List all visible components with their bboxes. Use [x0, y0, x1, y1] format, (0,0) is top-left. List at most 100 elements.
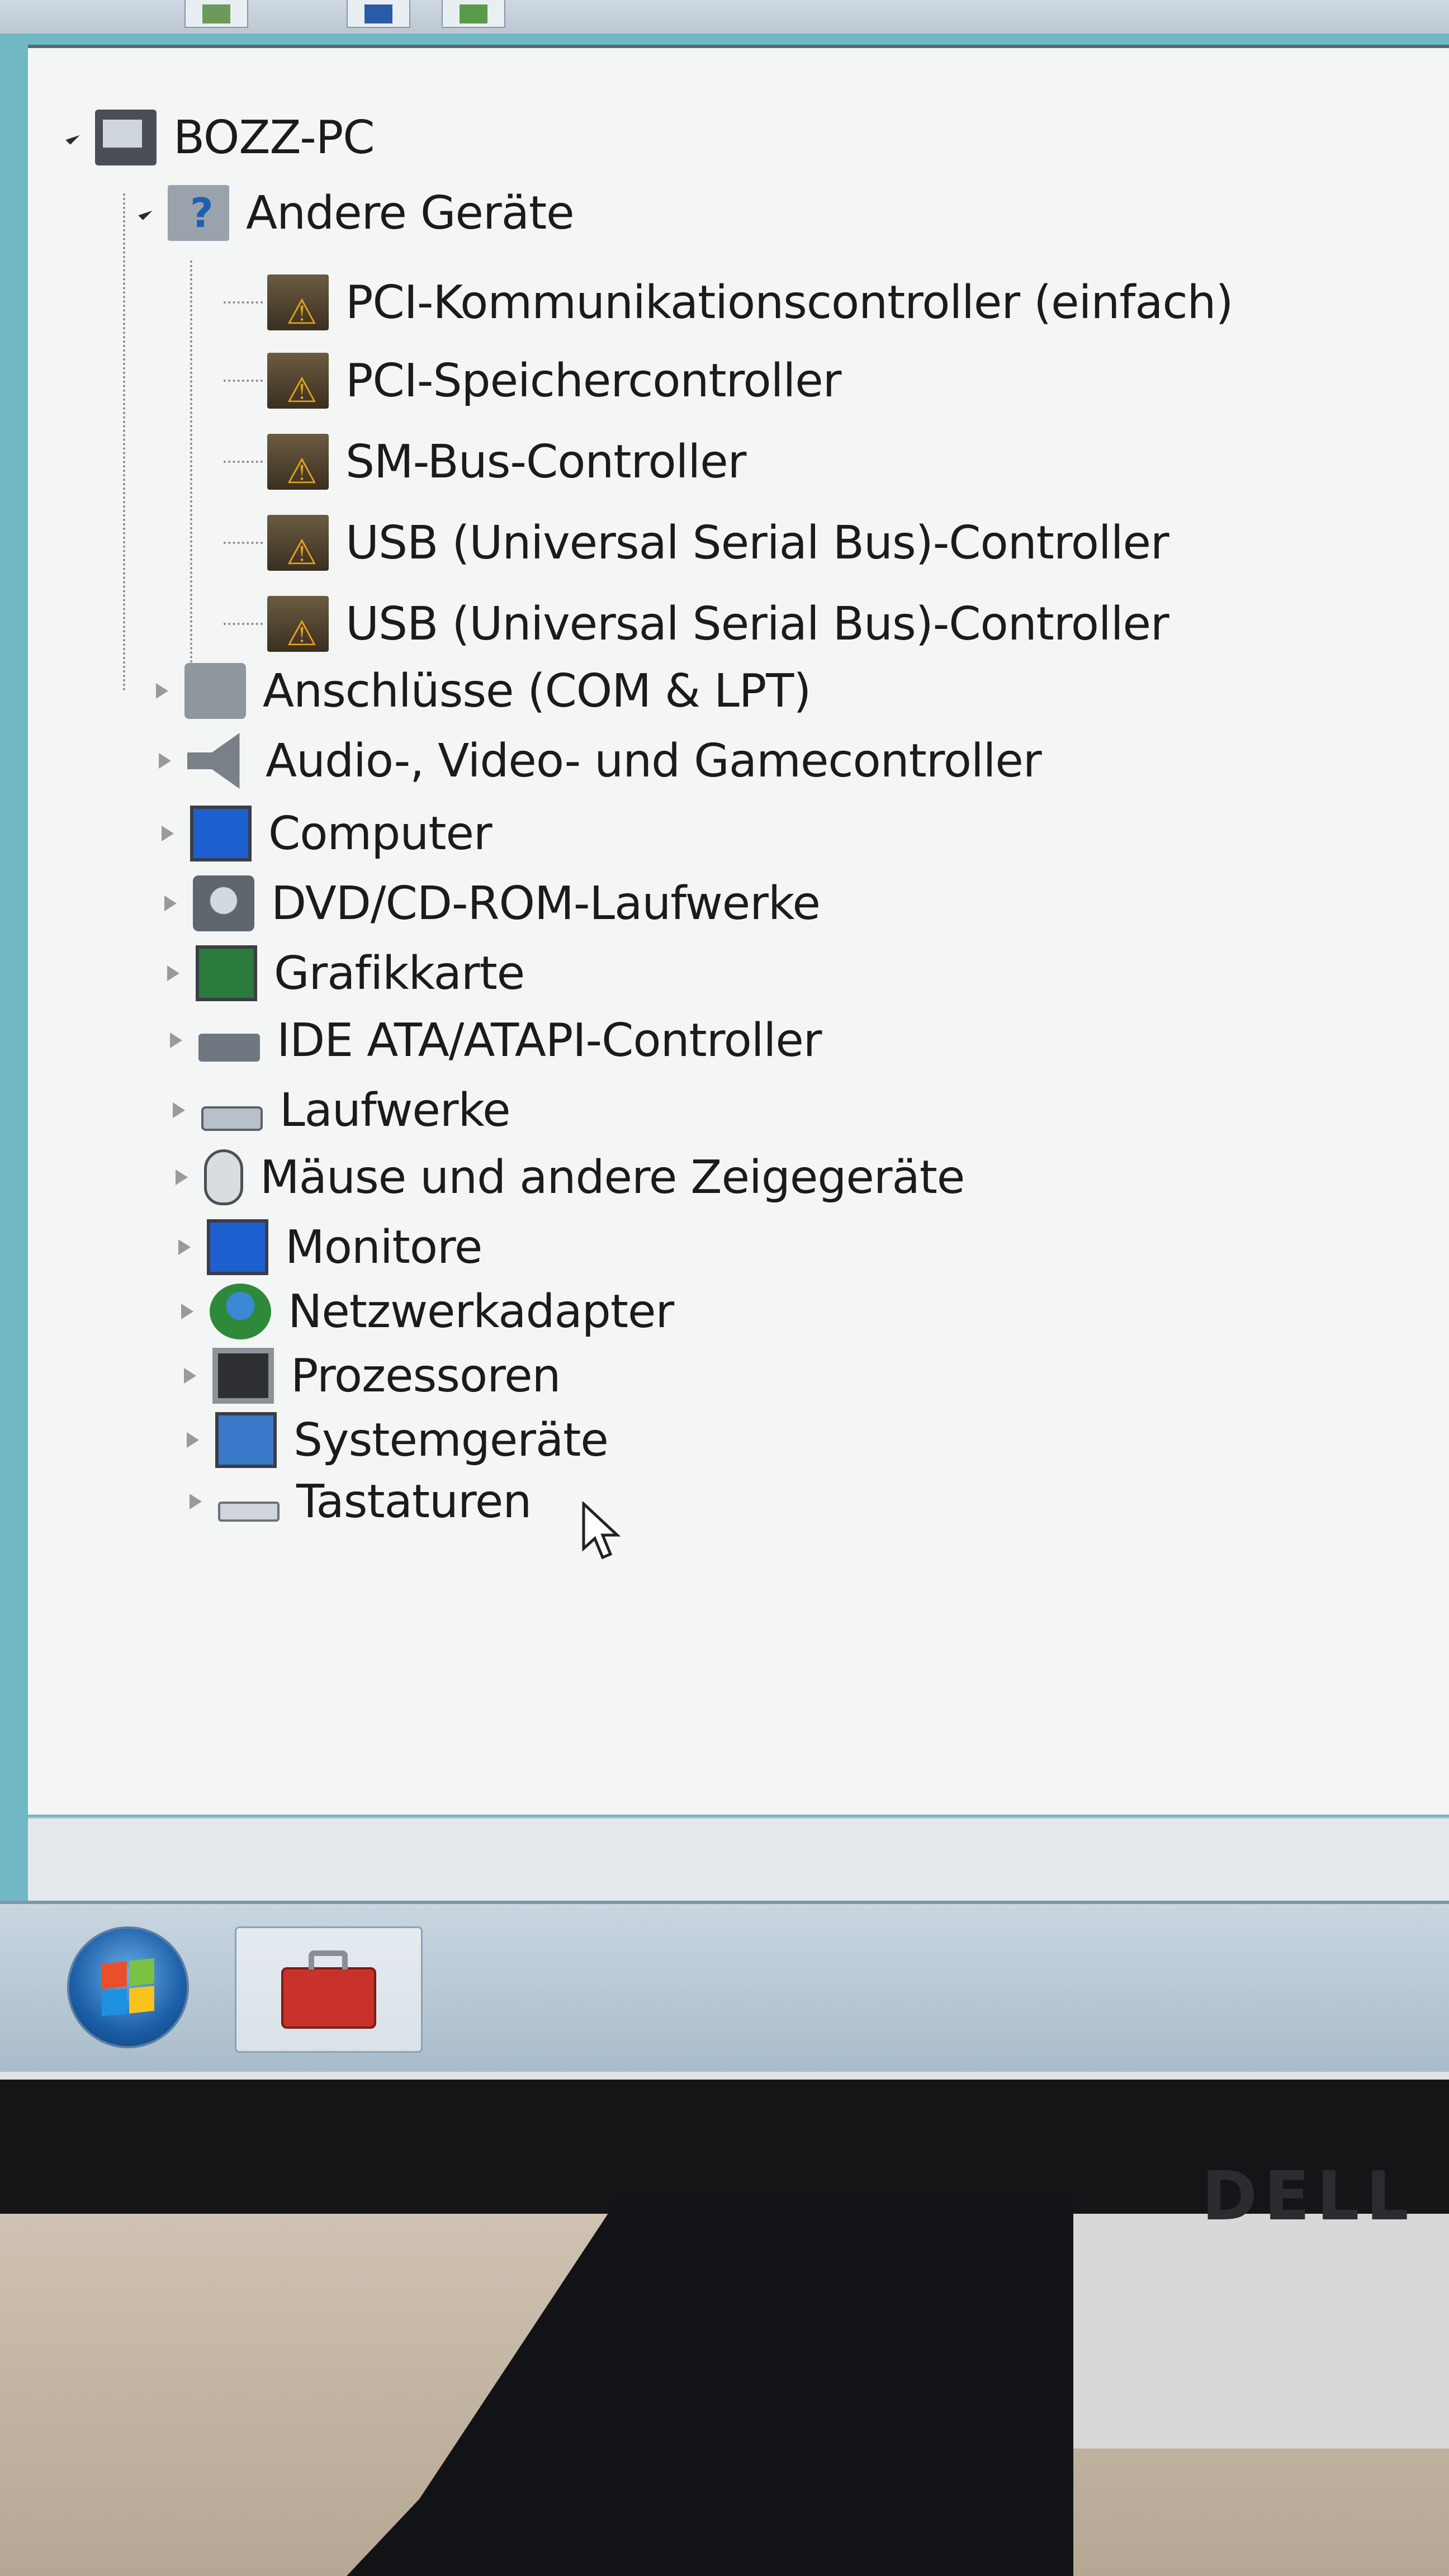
tree-leaf-label: USB (Universal Serial Bus)-Controller: [345, 597, 1169, 651]
taskbar-device-manager-button[interactable]: [235, 1926, 423, 2053]
expand-icon[interactable]: [168, 1099, 190, 1121]
background-object: [1034, 2214, 1449, 2449]
tree-node-label: DVD/CD-ROM-Laufwerke: [271, 877, 821, 930]
tree-leaf-device[interactable]: PCI-Kommunikationscontroller (einfach): [224, 269, 1234, 336]
tree-node-label: Tastaturen: [296, 1475, 532, 1528]
network-adapter-icon: [210, 1284, 271, 1339]
help-icon: [364, 4, 392, 23]
device-tree-panel: BOZZ-PC Andere Geräte PCI-Kommunikations…: [28, 45, 1449, 1815]
tree-node-label: Laufwerke: [280, 1083, 511, 1137]
mouse-icon: [204, 1149, 243, 1205]
tree-node-ide[interactable]: IDE ATA/ATAPI-Controller: [165, 1007, 822, 1074]
tree-root-label: BOZZ-PC: [173, 111, 375, 164]
tree-node-computer[interactable]: Computer: [157, 800, 493, 867]
tree-connector: [190, 261, 192, 685]
tree-node-label: Computer: [268, 807, 493, 860]
tree-node-monitors[interactable]: Monitore: [173, 1214, 482, 1281]
tree-leaf-label: USB (Universal Serial Bus)-Controller: [345, 516, 1169, 570]
tree-leaf-device[interactable]: SM-Bus-Controller: [224, 428, 746, 495]
tree-node-label: Systemgeräte: [293, 1413, 609, 1467]
toolbar: [0, 0, 1449, 35]
tree-node-label: Monitore: [285, 1220, 482, 1274]
tree-leaf-device[interactable]: USB (Universal Serial Bus)-Controller: [224, 590, 1169, 657]
toolbar-help-button[interactable]: [347, 0, 410, 28]
tree-leaf-device[interactable]: PCI-Speichercontroller: [224, 347, 841, 414]
expand-icon[interactable]: [171, 1166, 193, 1188]
tree-node-other-devices[interactable]: Andere Geräte: [134, 179, 575, 247]
toolbar-scan-button[interactable]: [442, 0, 505, 28]
tree-node-drives[interactable]: Laufwerke: [168, 1077, 511, 1144]
tree-leaf-device[interactable]: USB (Universal Serial Bus)-Controller: [224, 509, 1169, 576]
expand-icon[interactable]: [151, 680, 173, 702]
tree-node-label: IDE ATA/ATAPI-Controller: [277, 1014, 822, 1067]
expand-icon[interactable]: [157, 822, 179, 845]
tree-node-label: Netzwerkadapter: [288, 1285, 674, 1338]
monitor-brand-logo: DELL: [1201, 2158, 1415, 2236]
screen: BOZZ-PC Andere Geräte PCI-Kommunikations…: [0, 0, 1449, 2080]
tree-connector: [224, 542, 263, 544]
tree-connector: [123, 193, 125, 691]
warning-device-icon: [267, 353, 329, 410]
system-devices-icon: [215, 1412, 277, 1468]
tree-node-network[interactable]: Netzwerkadapter: [176, 1278, 674, 1345]
tree-leaf-label: PCI-Speichercontroller: [345, 354, 841, 408]
expand-icon[interactable]: [184, 1490, 207, 1513]
expand-icon[interactable]: [165, 1029, 187, 1052]
expand-icon[interactable]: [179, 1365, 201, 1387]
disk-drive-icon: [201, 1106, 263, 1131]
speaker-icon: [187, 733, 240, 789]
taskbar: [0, 1901, 1449, 2072]
warning-device-icon: [267, 596, 329, 654]
expand-icon[interactable]: [154, 750, 176, 772]
tree-node-ports[interactable]: Anschlüsse (COM & LPT): [151, 657, 811, 724]
windows-logo-icon: [102, 1958, 154, 2016]
warning-device-icon: [267, 515, 329, 572]
scan-hardware-icon: [460, 4, 487, 23]
tree-root[interactable]: BOZZ-PC: [61, 104, 375, 171]
expand-icon[interactable]: [182, 1429, 204, 1451]
start-button[interactable]: [67, 1926, 189, 2048]
collapse-icon[interactable]: [61, 126, 84, 149]
tree-node-system[interactable]: Systemgeräte: [182, 1407, 609, 1474]
dvd-drive-icon: [193, 875, 254, 931]
expand-icon[interactable]: [159, 892, 182, 915]
tree-connector: [224, 301, 263, 304]
mouse-cursor-icon: [582, 1502, 621, 1560]
tree-node-dvd[interactable]: DVD/CD-ROM-Laufwerke: [159, 870, 821, 937]
computer-icon: [95, 110, 157, 165]
tree-connector: [224, 623, 263, 625]
computer-icon: [190, 806, 252, 861]
tree-connector: [224, 461, 263, 463]
tree-node-keyboards[interactable]: Tastaturen: [184, 1468, 532, 1535]
tree-node-label: Andere Geräte: [246, 186, 575, 240]
tree-connector: [224, 380, 263, 382]
display-adapter-icon: [196, 945, 257, 1001]
expand-icon[interactable]: [162, 962, 184, 984]
processor-icon: [212, 1348, 274, 1404]
port-icon: [184, 663, 246, 719]
properties-icon: [202, 4, 230, 23]
tree-leaf-label: SM-Bus-Controller: [345, 435, 746, 489]
tree-node-label: Grafikkarte: [274, 946, 525, 1000]
tree-node-label: Anschlüsse (COM & LPT): [263, 664, 811, 718]
tree-node-display-adapter[interactable]: Grafikkarte: [162, 940, 525, 1007]
toolbar-properties-button[interactable]: [184, 0, 248, 28]
tree-node-label: Prozessoren: [291, 1349, 561, 1403]
ide-controller-icon: [198, 1033, 260, 1062]
tree-leaf-label: PCI-Kommunikationscontroller (einfach): [345, 276, 1234, 329]
unknown-device-icon: [168, 185, 229, 241]
toolbox-icon: [281, 1950, 376, 2029]
tree-node-mice[interactable]: Mäuse und andere Zeigegeräte: [171, 1144, 965, 1211]
tree-node-processors[interactable]: Prozessoren: [179, 1342, 561, 1409]
keyboard-icon: [218, 1502, 280, 1522]
monitor-icon: [207, 1219, 268, 1275]
tree-node-audio[interactable]: Audio-, Video- und Gamecontroller: [154, 727, 1042, 794]
warning-device-icon: [267, 274, 329, 332]
collapse-icon[interactable]: [134, 202, 157, 224]
expand-icon[interactable]: [176, 1300, 198, 1323]
tree-node-label: Mäuse und andere Zeigegeräte: [260, 1150, 965, 1204]
expand-icon[interactable]: [173, 1236, 196, 1258]
tree-node-label: Audio-, Video- und Gamecontroller: [266, 734, 1042, 788]
warning-device-icon: [267, 434, 329, 491]
status-bar: [28, 1817, 1449, 1902]
